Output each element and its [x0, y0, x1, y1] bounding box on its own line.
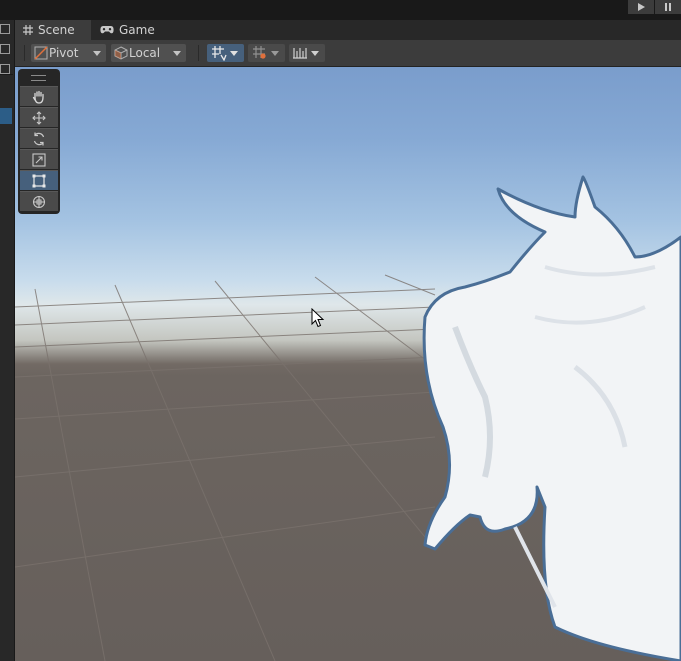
scene-viewport[interactable] [15, 67, 681, 661]
tab-bar: Scene Game [15, 20, 681, 40]
scene-grid-icon [23, 25, 33, 35]
tool-palette [18, 69, 60, 214]
tab-scene[interactable]: Scene [15, 20, 91, 40]
hierarchy-selected-row[interactable] [0, 108, 12, 124]
space-dropdown[interactable]: Local [111, 44, 186, 62]
panel-lock-icon[interactable] [0, 44, 10, 54]
drag-handle[interactable] [31, 75, 46, 81]
toolbar-divider [198, 45, 199, 61]
panel-menu-icon[interactable] [0, 24, 10, 34]
game-controller-icon [100, 25, 114, 35]
pivot-icon [34, 46, 48, 60]
panel-divider [0, 74, 13, 75]
scale-icon [32, 152, 46, 167]
move-arrows-icon [32, 110, 46, 125]
scene-render [15, 175, 681, 661]
move-tool[interactable] [20, 107, 58, 127]
chevron-down-icon [230, 50, 238, 56]
dragon-model [422, 175, 681, 661]
transform-tool[interactable] [20, 191, 58, 211]
space-label: Local [129, 46, 161, 60]
hand-icon [32, 90, 44, 104]
chevron-down-icon [311, 50, 319, 56]
hierarchy-panel-edge [0, 20, 15, 661]
title-bar [0, 0, 681, 20]
grid-increment-toggle[interactable] [248, 44, 285, 62]
chevron-down-icon [93, 51, 101, 56]
tab-game[interactable]: Game [100, 20, 170, 40]
rect-tool[interactable] [20, 170, 58, 190]
pause-button[interactable] [654, 0, 681, 14]
scale-tool[interactable] [20, 149, 58, 169]
chevron-down-icon [173, 51, 181, 56]
pause-icon [665, 3, 671, 11]
ground-grid [15, 274, 436, 661]
increment-snap-toggle[interactable] [289, 44, 325, 62]
increment-snap-icon [293, 48, 307, 59]
pivot-label: Pivot [49, 46, 79, 60]
pivot-dropdown[interactable]: Pivot [31, 44, 106, 62]
rotate-icon [33, 132, 45, 145]
grid-snap-icon [212, 46, 227, 61]
toolbar-grip [24, 45, 25, 61]
grid-increment-icon [253, 46, 266, 59]
view-tool[interactable] [20, 86, 58, 106]
grid-snap-toggle[interactable] [207, 44, 244, 62]
play-icon [638, 3, 645, 11]
panel-options-icon[interactable] [0, 64, 10, 74]
play-button[interactable] [627, 0, 654, 14]
mouse-cursor-icon [311, 308, 325, 328]
play-controls [627, 0, 681, 14]
scene-toolbar: Pivot Local [15, 40, 681, 67]
chevron-down-icon [271, 50, 279, 56]
tab-scene-label: Scene [38, 23, 75, 37]
transform-icon [32, 195, 46, 208]
local-cube-icon [114, 46, 128, 60]
rotate-tool[interactable] [20, 128, 58, 148]
rect-transform-icon [32, 174, 46, 187]
tab-game-label: Game [119, 23, 155, 37]
